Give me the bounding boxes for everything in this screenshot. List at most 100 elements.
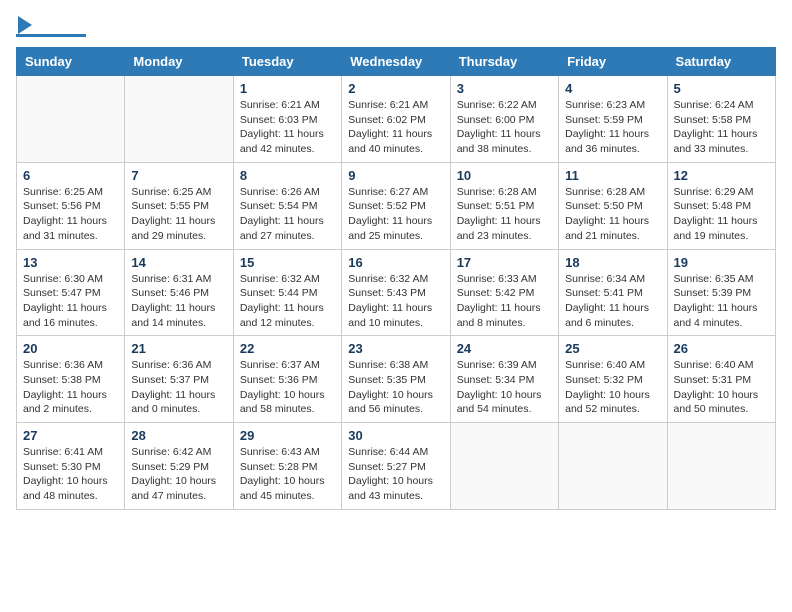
calendar-cell: 13 Sunrise: 6:30 AM Sunset: 5:47 PM Dayli…	[17, 249, 125, 336]
calendar-cell: 20Sunrise: 6:36 AM Sunset: 5:38 PM Dayli…	[17, 336, 125, 423]
day-info: Sunrise: 6:28 AM Sunset: 5:51 PM Dayligh…	[457, 185, 552, 244]
day-info: Sunrise: 6:32 AM Sunset: 5:43 PM Dayligh…	[348, 272, 443, 331]
day-number: 21	[131, 341, 226, 356]
day-number: 15	[240, 255, 335, 270]
day-number: 30	[348, 428, 443, 443]
day-info: Sunrise: 6:29 AM Sunset: 5:48 PM Dayligh…	[674, 185, 769, 244]
calendar-cell: 28Sunrise: 6:42 AM Sunset: 5:29 PM Dayli…	[125, 423, 233, 510]
day-info: Sunrise: 6:26 AM Sunset: 5:54 PM Dayligh…	[240, 185, 335, 244]
day-number: 23	[348, 341, 443, 356]
calendar-cell: 2 Sunrise: 6:21 AM Sunset: 6:02 PM Daylig…	[342, 76, 450, 163]
day-info: Sunrise: 6:36 AM Sunset: 5:38 PM Dayligh…	[23, 358, 118, 417]
day-info: Sunrise: 6:37 AM Sunset: 5:36 PM Dayligh…	[240, 358, 335, 417]
calendar: SundayMondayTuesdayWednesdayThursdayFrid…	[16, 47, 776, 510]
calendar-cell: 11 Sunrise: 6:28 AM Sunset: 5:50 PM Dayli…	[559, 162, 667, 249]
day-number: 3	[457, 81, 552, 96]
calendar-cell: 22 Sunrise: 6:37 AM Sunset: 5:36 PM Dayli…	[233, 336, 341, 423]
logo-underline	[16, 34, 86, 37]
day-number: 25	[565, 341, 660, 356]
calendar-cell: 14 Sunrise: 6:31 AM Sunset: 5:46 PM Dayli…	[125, 249, 233, 336]
weekday-header-row: SundayMondayTuesdayWednesdayThursdayFrid…	[17, 48, 776, 76]
calendar-cell: 24 Sunrise: 6:39 AM Sunset: 5:34 PM Dayli…	[450, 336, 558, 423]
calendar-cell	[17, 76, 125, 163]
week-row-5: 27 Sunrise: 6:41 AM Sunset: 5:30 PM Dayli…	[17, 423, 776, 510]
week-row-2: 6 Sunrise: 6:25 AM Sunset: 5:56 PM Daylig…	[17, 162, 776, 249]
day-info: Sunrise: 6:43 AM Sunset: 5:28 PM Dayligh…	[240, 445, 335, 504]
day-info: Sunrise: 6:39 AM Sunset: 5:34 PM Dayligh…	[457, 358, 552, 417]
day-number: 27	[23, 428, 118, 443]
day-info: Sunrise: 6:28 AM Sunset: 5:50 PM Dayligh…	[565, 185, 660, 244]
day-info: Sunrise: 6:30 AM Sunset: 5:47 PM Dayligh…	[23, 272, 118, 331]
day-number: 24	[457, 341, 552, 356]
week-row-3: 13 Sunrise: 6:30 AM Sunset: 5:47 PM Dayli…	[17, 249, 776, 336]
weekday-header-sunday: Sunday	[17, 48, 125, 76]
calendar-cell: 23 Sunrise: 6:38 AM Sunset: 5:35 PM Dayli…	[342, 336, 450, 423]
calendar-cell: 4 Sunrise: 6:23 AM Sunset: 5:59 PM Daylig…	[559, 76, 667, 163]
calendar-cell: 17 Sunrise: 6:33 AM Sunset: 5:42 PM Dayli…	[450, 249, 558, 336]
day-info: Sunrise: 6:36 AM Sunset: 5:37 PM Dayligh…	[131, 358, 226, 417]
day-number: 6	[23, 168, 118, 183]
day-info: Sunrise: 6:42 AM Sunset: 5:29 PM Dayligh…	[131, 445, 226, 504]
logo-arrow-icon	[18, 16, 32, 34]
day-number: 17	[457, 255, 552, 270]
day-number: 13	[23, 255, 118, 270]
day-number: 29	[240, 428, 335, 443]
day-number: 14	[131, 255, 226, 270]
day-number: 12	[674, 168, 769, 183]
calendar-cell: 27 Sunrise: 6:41 AM Sunset: 5:30 PM Dayli…	[17, 423, 125, 510]
day-info: Sunrise: 6:21 AM Sunset: 6:02 PM Dayligh…	[348, 98, 443, 157]
week-row-1: 1 Sunrise: 6:21 AM Sunset: 6:03 PM Daylig…	[17, 76, 776, 163]
calendar-cell: 7Sunrise: 6:25 AM Sunset: 5:55 PM Daylig…	[125, 162, 233, 249]
calendar-cell: 8Sunrise: 6:26 AM Sunset: 5:54 PM Daylig…	[233, 162, 341, 249]
day-number: 5	[674, 81, 769, 96]
weekday-header-friday: Friday	[559, 48, 667, 76]
calendar-cell: 12 Sunrise: 6:29 AM Sunset: 5:48 PM Dayli…	[667, 162, 775, 249]
day-number: 1	[240, 81, 335, 96]
weekday-header-tuesday: Tuesday	[233, 48, 341, 76]
day-info: Sunrise: 6:25 AM Sunset: 5:56 PM Dayligh…	[23, 185, 118, 244]
day-number: 16	[348, 255, 443, 270]
calendar-cell: 29 Sunrise: 6:43 AM Sunset: 5:28 PM Dayli…	[233, 423, 341, 510]
day-info: Sunrise: 6:41 AM Sunset: 5:30 PM Dayligh…	[23, 445, 118, 504]
header	[16, 16, 776, 37]
day-number: 2	[348, 81, 443, 96]
calendar-cell: 5 Sunrise: 6:24 AM Sunset: 5:58 PM Daylig…	[667, 76, 775, 163]
calendar-cell: 19Sunrise: 6:35 AM Sunset: 5:39 PM Dayli…	[667, 249, 775, 336]
calendar-cell	[559, 423, 667, 510]
day-info: Sunrise: 6:31 AM Sunset: 5:46 PM Dayligh…	[131, 272, 226, 331]
day-info: Sunrise: 6:22 AM Sunset: 6:00 PM Dayligh…	[457, 98, 552, 157]
day-number: 11	[565, 168, 660, 183]
day-number: 10	[457, 168, 552, 183]
calendar-cell: 26 Sunrise: 6:40 AM Sunset: 5:31 PM Dayli…	[667, 336, 775, 423]
calendar-cell	[450, 423, 558, 510]
weekday-header-monday: Monday	[125, 48, 233, 76]
calendar-cell	[667, 423, 775, 510]
day-info: Sunrise: 6:44 AM Sunset: 5:27 PM Dayligh…	[348, 445, 443, 504]
day-info: Sunrise: 6:40 AM Sunset: 5:31 PM Dayligh…	[674, 358, 769, 417]
day-info: Sunrise: 6:33 AM Sunset: 5:42 PM Dayligh…	[457, 272, 552, 331]
day-number: 7	[131, 168, 226, 183]
weekday-header-thursday: Thursday	[450, 48, 558, 76]
calendar-cell	[125, 76, 233, 163]
day-info: Sunrise: 6:21 AM Sunset: 6:03 PM Dayligh…	[240, 98, 335, 157]
day-number: 19	[674, 255, 769, 270]
day-info: Sunrise: 6:23 AM Sunset: 5:59 PM Dayligh…	[565, 98, 660, 157]
weekday-header-saturday: Saturday	[667, 48, 775, 76]
weekday-header-wednesday: Wednesday	[342, 48, 450, 76]
day-number: 22	[240, 341, 335, 356]
calendar-cell: 30 Sunrise: 6:44 AM Sunset: 5:27 PM Dayli…	[342, 423, 450, 510]
week-row-4: 20Sunrise: 6:36 AM Sunset: 5:38 PM Dayli…	[17, 336, 776, 423]
day-info: Sunrise: 6:34 AM Sunset: 5:41 PM Dayligh…	[565, 272, 660, 331]
day-info: Sunrise: 6:38 AM Sunset: 5:35 PM Dayligh…	[348, 358, 443, 417]
calendar-cell: 25Sunrise: 6:40 AM Sunset: 5:32 PM Dayli…	[559, 336, 667, 423]
calendar-cell: 6 Sunrise: 6:25 AM Sunset: 5:56 PM Daylig…	[17, 162, 125, 249]
day-info: Sunrise: 6:24 AM Sunset: 5:58 PM Dayligh…	[674, 98, 769, 157]
calendar-cell: 15Sunrise: 6:32 AM Sunset: 5:44 PM Dayli…	[233, 249, 341, 336]
day-number: 4	[565, 81, 660, 96]
calendar-cell: 16 Sunrise: 6:32 AM Sunset: 5:43 PM Dayli…	[342, 249, 450, 336]
day-info: Sunrise: 6:27 AM Sunset: 5:52 PM Dayligh…	[348, 185, 443, 244]
calendar-cell: 18Sunrise: 6:34 AM Sunset: 5:41 PM Dayli…	[559, 249, 667, 336]
day-number: 9	[348, 168, 443, 183]
calendar-cell: 1 Sunrise: 6:21 AM Sunset: 6:03 PM Daylig…	[233, 76, 341, 163]
day-number: 26	[674, 341, 769, 356]
